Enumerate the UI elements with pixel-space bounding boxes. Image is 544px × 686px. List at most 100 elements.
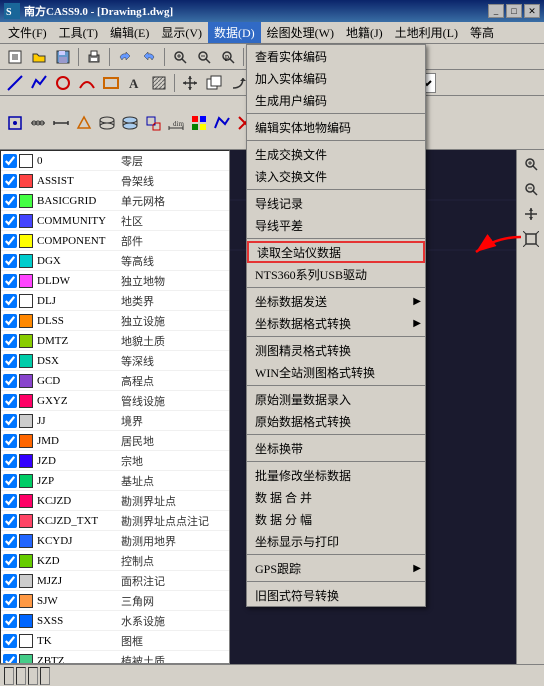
layer-row[interactable]: GCD高程点 xyxy=(1,371,229,391)
menu-map[interactable]: 地籍(J) xyxy=(340,22,389,43)
layer-row[interactable]: DLSS独立设施 xyxy=(1,311,229,331)
layer-row[interactable]: TK图框 xyxy=(1,631,229,651)
layer-checkbox[interactable] xyxy=(3,214,17,228)
layer-checkbox[interactable] xyxy=(3,654,17,665)
layer-checkbox[interactable] xyxy=(3,234,17,248)
open-button[interactable] xyxy=(28,46,50,68)
layer-checkbox[interactable] xyxy=(3,374,17,388)
layer-row[interactable]: DLDW独立地物 xyxy=(1,271,229,291)
zoom-window-button[interactable] xyxy=(193,46,215,68)
layer-row[interactable]: JZP基址点 xyxy=(1,471,229,491)
rect-button[interactable] xyxy=(100,72,122,94)
layer-row[interactable]: KCJZD勘测界址点 xyxy=(1,491,229,511)
move-button[interactable] xyxy=(179,72,201,94)
layer-checkbox[interactable] xyxy=(3,434,17,448)
dropdown-item-data-split[interactable]: 数 据 分 幅 xyxy=(247,508,425,530)
right-pan[interactable] xyxy=(519,202,543,226)
layer-checkbox[interactable] xyxy=(3,634,17,648)
dropdown-item-gen-exchange[interactable]: 生成交换文件 xyxy=(247,143,425,165)
line-button[interactable] xyxy=(4,72,26,94)
dropdown-item-read-total-station[interactable]: 读取全站仪数据 xyxy=(247,241,425,263)
snap-button[interactable] xyxy=(4,112,26,134)
layer-row[interactable]: DGX等高线 xyxy=(1,251,229,271)
hatch-button[interactable] xyxy=(148,72,170,94)
arc-button[interactable] xyxy=(76,72,98,94)
right-extents[interactable] xyxy=(519,227,543,251)
layer-checkbox[interactable] xyxy=(3,534,17,548)
layer-checkbox[interactable] xyxy=(3,594,17,608)
dropdown-item-nts360-usb[interactable]: NTS360系列USB驱动 xyxy=(247,263,425,285)
layer-row[interactable]: COMMUNITY社区 xyxy=(1,211,229,231)
dropdown-item-coord-display-print[interactable]: 坐标显示与打印 xyxy=(247,530,425,552)
copy-entity-button[interactable] xyxy=(203,72,225,94)
polyline-button[interactable] xyxy=(28,72,50,94)
insert-block-button[interactable] xyxy=(142,112,164,134)
layer-row[interactable]: JJ境界 xyxy=(1,411,229,431)
maximize-button[interactable]: □ xyxy=(506,4,522,18)
dropdown-item-coord-transform[interactable]: 坐标换带 xyxy=(247,437,425,459)
right-zoom-in[interactable] xyxy=(519,152,543,176)
dropdown-item-raw-format-convert[interactable]: 原始数据格式转换 xyxy=(247,410,425,432)
layer-row[interactable]: JZD宗地 xyxy=(1,451,229,471)
dropdown-item-gen-user-code[interactable]: 生成用户编码 xyxy=(247,89,425,111)
save-button[interactable] xyxy=(52,46,74,68)
menu-draw[interactable]: 绘图处理(W) xyxy=(261,22,340,43)
dropdown-item-batch-modify-coord[interactable]: 批量修改坐标数据 xyxy=(247,464,425,486)
layer-row[interactable]: GXYZ管线设施 xyxy=(1,391,229,411)
text-button[interactable]: A xyxy=(124,72,146,94)
dropdown-item-data-merge[interactable]: 数 据 合 并 xyxy=(247,486,425,508)
area-button[interactable] xyxy=(73,112,95,134)
menu-view[interactable]: 显示(V) xyxy=(155,22,208,43)
undo-button[interactable] xyxy=(114,46,136,68)
layer-checkbox[interactable] xyxy=(3,154,17,168)
layer-checkbox[interactable] xyxy=(3,554,17,568)
layer-row[interactable]: BASICGRID单元网格 xyxy=(1,191,229,211)
layer-checkbox[interactable] xyxy=(3,174,17,188)
dropdown-item-survey-wizard[interactable]: 测图精灵格式转换 xyxy=(247,339,425,361)
menu-more[interactable]: 等高 xyxy=(464,22,500,43)
print-button[interactable] xyxy=(83,46,105,68)
zoom-realtime-button[interactable] xyxy=(169,46,191,68)
layer-row[interactable]: SXSS水系设施 xyxy=(1,611,229,631)
redo-button[interactable] xyxy=(138,46,160,68)
layer2-button[interactable] xyxy=(119,112,141,134)
layer-checkbox[interactable] xyxy=(3,314,17,328)
dropdown-item-view-code[interactable]: 查看实体编码 xyxy=(247,45,425,67)
dropdown-item-old-symbol-convert[interactable]: 旧图式符号转换 xyxy=(247,584,425,606)
layer-checkbox[interactable] xyxy=(3,274,17,288)
layer-row[interactable]: ZBTZ植被土质 xyxy=(1,651,229,664)
measure-button[interactable] xyxy=(50,112,72,134)
layer-row[interactable]: DMTZ地貌土质 xyxy=(1,331,229,351)
menu-file[interactable]: 文件(F) xyxy=(2,22,53,43)
dropdown-item-win-total-convert[interactable]: WIN全站测图格式转换 xyxy=(247,361,425,383)
layer-checkbox[interactable] xyxy=(3,254,17,268)
dropdown-item-gps-track[interactable]: GPS跟踪▶ xyxy=(247,557,425,579)
circle-button[interactable] xyxy=(52,72,74,94)
node-button[interactable] xyxy=(27,112,49,134)
dimension-button[interactable]: dim xyxy=(165,112,187,134)
layer-row[interactable]: DLJ地类界 xyxy=(1,291,229,311)
polyline2-button[interactable] xyxy=(211,112,233,134)
layer-checkbox[interactable] xyxy=(3,334,17,348)
menu-edit[interactable]: 编辑(E) xyxy=(104,22,155,43)
new-button[interactable] xyxy=(4,46,26,68)
layer-checkbox[interactable] xyxy=(3,514,17,528)
window-controls[interactable]: _ □ ✕ xyxy=(488,4,540,18)
layer-checkbox[interactable] xyxy=(3,294,17,308)
data-menu[interactable]: 查看实体编码加入实体编码生成用户编码编辑实体地物编码生成交换文件读入交换文件导线… xyxy=(246,44,426,607)
dropdown-item-edit-entity-code[interactable]: 编辑实体地物编码 xyxy=(247,116,425,138)
layer-checkbox[interactable] xyxy=(3,454,17,468)
layer-row[interactable]: DSX等深线 xyxy=(1,351,229,371)
layer-checkbox[interactable] xyxy=(3,414,17,428)
layer-row[interactable]: SJW三角网 xyxy=(1,591,229,611)
menu-tools[interactable]: 工具(T) xyxy=(53,22,104,43)
layer-checkbox[interactable] xyxy=(3,394,17,408)
layer-row[interactable]: MJZJ面积注记 xyxy=(1,571,229,591)
dropdown-item-coord-send[interactable]: 坐标数据发送▶ xyxy=(247,290,425,312)
layer-button[interactable] xyxy=(96,112,118,134)
layer-checkbox[interactable] xyxy=(3,494,17,508)
menu-land[interactable]: 土地利用(L) xyxy=(389,22,464,43)
dropdown-item-guide-flat[interactable]: 导线平差 xyxy=(247,214,425,236)
menu-data[interactable]: 数据(D) xyxy=(208,22,261,43)
close-button[interactable]: ✕ xyxy=(524,4,540,18)
